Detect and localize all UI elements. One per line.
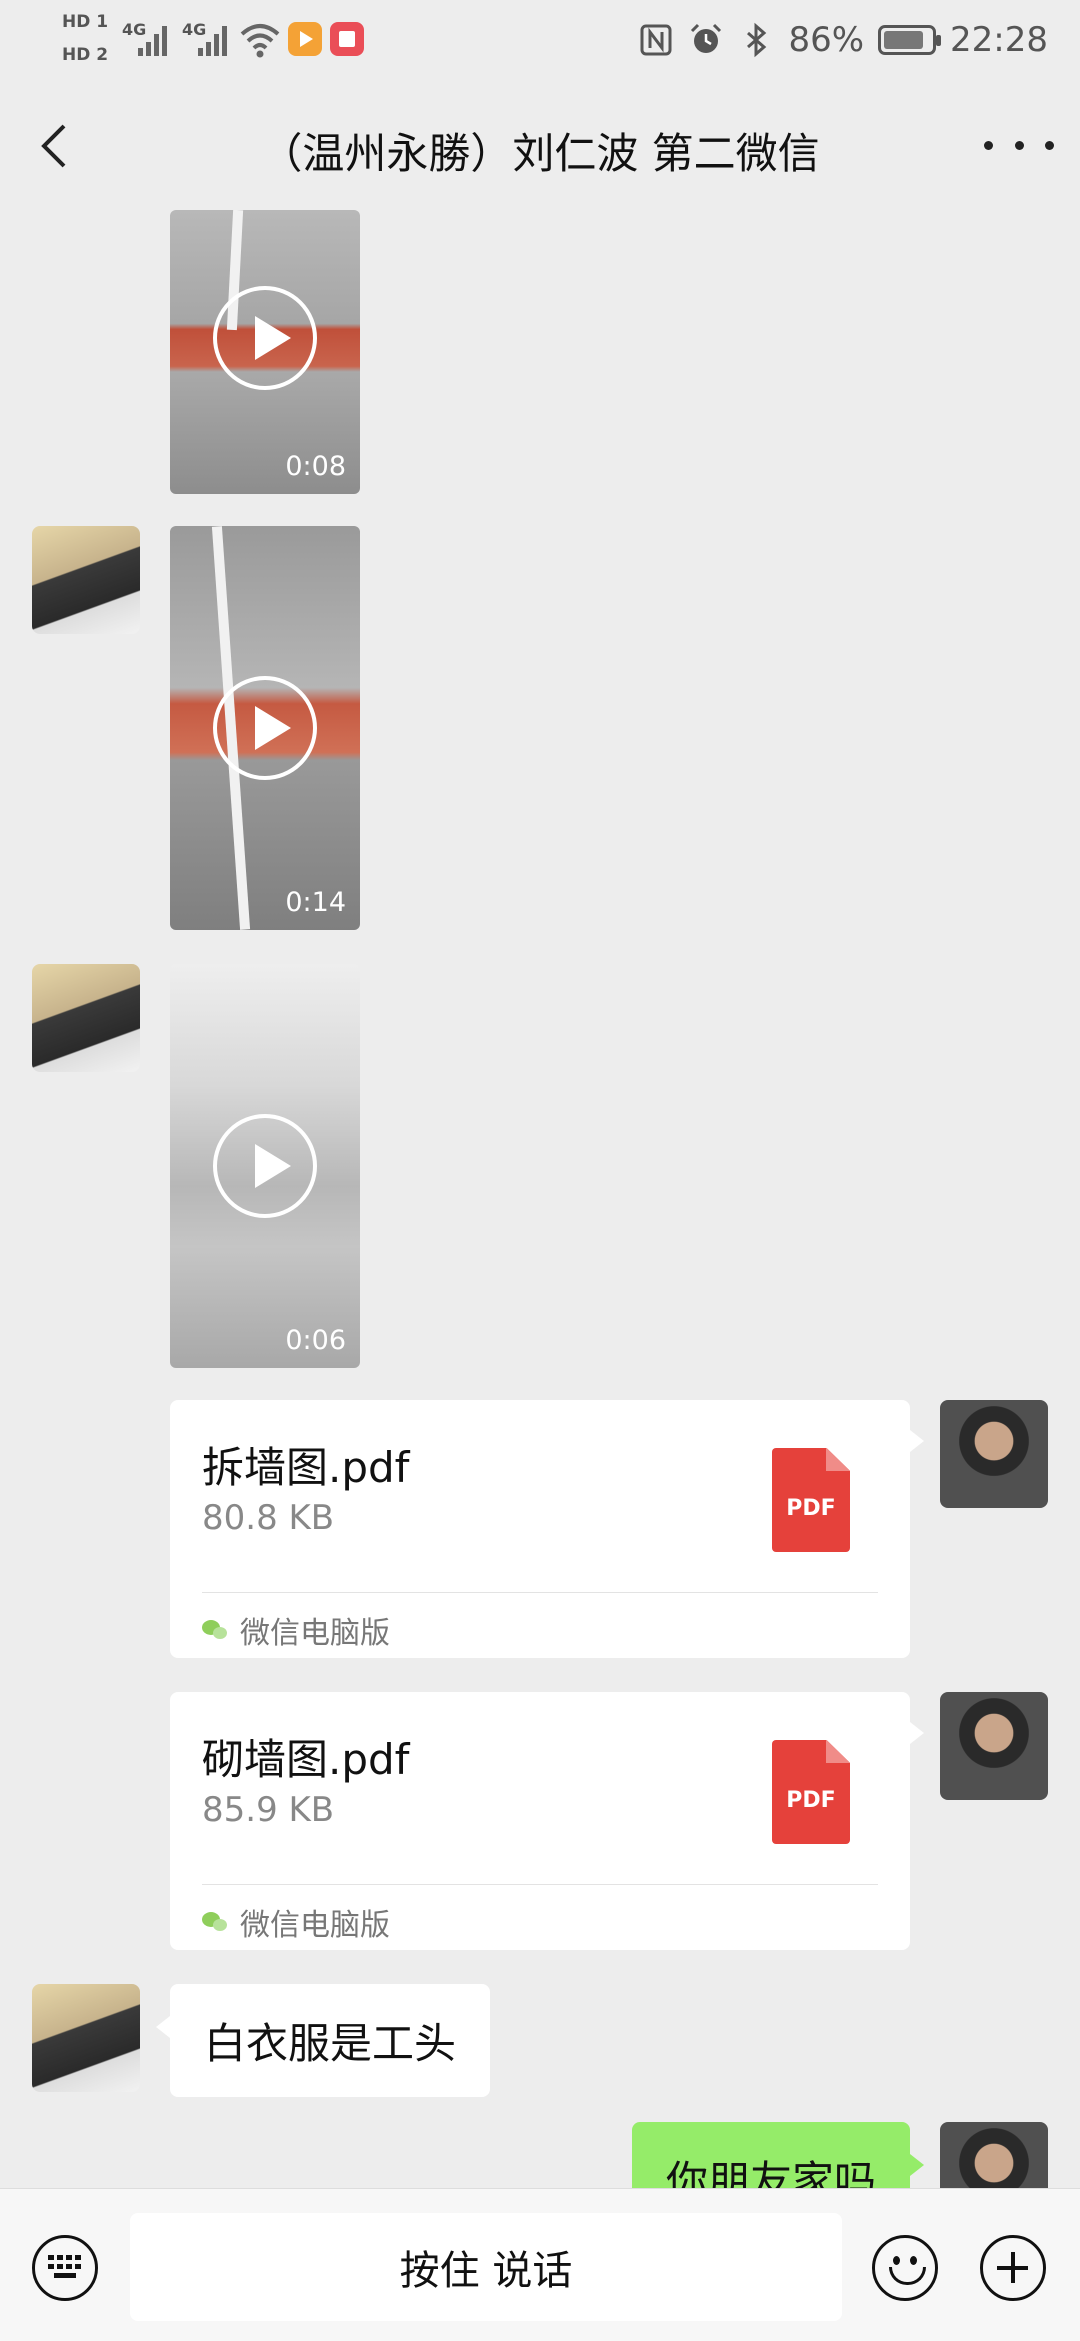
input-bar: 按住 说话	[0, 2188, 1080, 2341]
wifi-icon	[240, 24, 280, 58]
file-name: 砌墙图.pdf	[202, 1735, 410, 1784]
chat-header: （温州永勝）刘仁波 第二微信	[0, 80, 1080, 210]
signal-icon	[198, 22, 232, 56]
wechat-icon	[202, 1618, 230, 1642]
smiley-icon	[910, 2256, 917, 2265]
smiley-icon	[889, 2267, 926, 2285]
play-icon	[213, 285, 317, 390]
hold-to-talk-button[interactable]: 按住 说话	[130, 2213, 842, 2321]
app-notification-icon	[288, 22, 322, 56]
battery-icon	[878, 25, 942, 55]
status-bar: HD 1 HD 2 4G 4G 86% 22:28	[0, 0, 1080, 80]
file-source: 微信电脑版	[202, 1900, 390, 1944]
play-icon	[213, 676, 317, 780]
dot-icon	[1014, 140, 1024, 150]
file-source-label: 微信电脑版	[240, 1908, 390, 1943]
play-icon	[213, 1114, 317, 1218]
alarm-icon	[691, 23, 722, 53]
file-source-label: 微信电脑版	[240, 1616, 390, 1651]
nfc-icon	[640, 24, 672, 56]
clock: 22:28	[950, 20, 1048, 60]
my-avatar[interactable]	[940, 1400, 1048, 1508]
keyboard-toggle-button[interactable]	[32, 2235, 98, 2301]
hd2-indicator: HD 2	[62, 45, 109, 65]
signal-icon	[138, 22, 172, 56]
file-source: 微信电脑版	[202, 1608, 390, 1652]
pdf-file-icon: PDF	[772, 1448, 850, 1552]
video-message[interactable]: 0:08	[170, 210, 360, 494]
dot-icon	[1045, 140, 1054, 150]
wechat-icon	[202, 1910, 230, 1934]
app-notification-icon	[330, 22, 364, 56]
status-right: 86% 22:28	[638, 18, 1048, 62]
video-message[interactable]: 0:06	[170, 964, 360, 1368]
contact-avatar[interactable]	[32, 526, 140, 634]
battery-fill	[884, 31, 923, 49]
contact-avatar[interactable]	[32, 964, 140, 1072]
video-duration: 0:06	[285, 1325, 346, 1356]
video-duration: 0:08	[285, 451, 346, 482]
pdf-file-icon: PDF	[772, 1740, 850, 1844]
file-message[interactable]: 砌墙图.pdf 85.9 KB PDF 微信电脑版	[170, 1692, 924, 1950]
battery-percent: 86%	[788, 20, 865, 60]
divider	[202, 1592, 878, 1593]
keyboard-icon	[48, 2255, 82, 2279]
more-options-button[interactable]	[984, 125, 1054, 165]
pdf-label: PDF	[786, 1496, 836, 1521]
my-avatar[interactable]	[940, 1692, 1048, 1800]
message-list[interactable]: 0:08 0:14 0:06 拆墙图.pdf 80.8 KB PDF 微信电脑版…	[0, 210, 1080, 2230]
divider	[202, 1884, 878, 1885]
contact-avatar[interactable]	[32, 1984, 140, 2092]
video-duration: 0:14	[285, 887, 346, 918]
bluetooth-icon	[747, 22, 767, 58]
chat-title: （温州永勝）刘仁波 第二微信	[260, 129, 820, 178]
hd1-indicator: HD 1	[62, 12, 109, 32]
dot-icon	[984, 140, 993, 150]
video-message[interactable]: 0:14	[170, 526, 360, 930]
more-actions-button[interactable]	[980, 2235, 1046, 2301]
file-size: 85.9 KB	[202, 1790, 335, 1830]
text-message[interactable]: 白衣服是工头	[155, 1984, 491, 2097]
file-name: 拆墙图.pdf	[202, 1443, 410, 1492]
smiley-icon	[893, 2256, 900, 2265]
file-size: 80.8 KB	[202, 1498, 335, 1538]
emoji-button[interactable]	[872, 2235, 938, 2301]
pdf-label: PDF	[786, 1788, 836, 1813]
file-message[interactable]: 拆墙图.pdf 80.8 KB PDF 微信电脑版	[170, 1400, 924, 1658]
